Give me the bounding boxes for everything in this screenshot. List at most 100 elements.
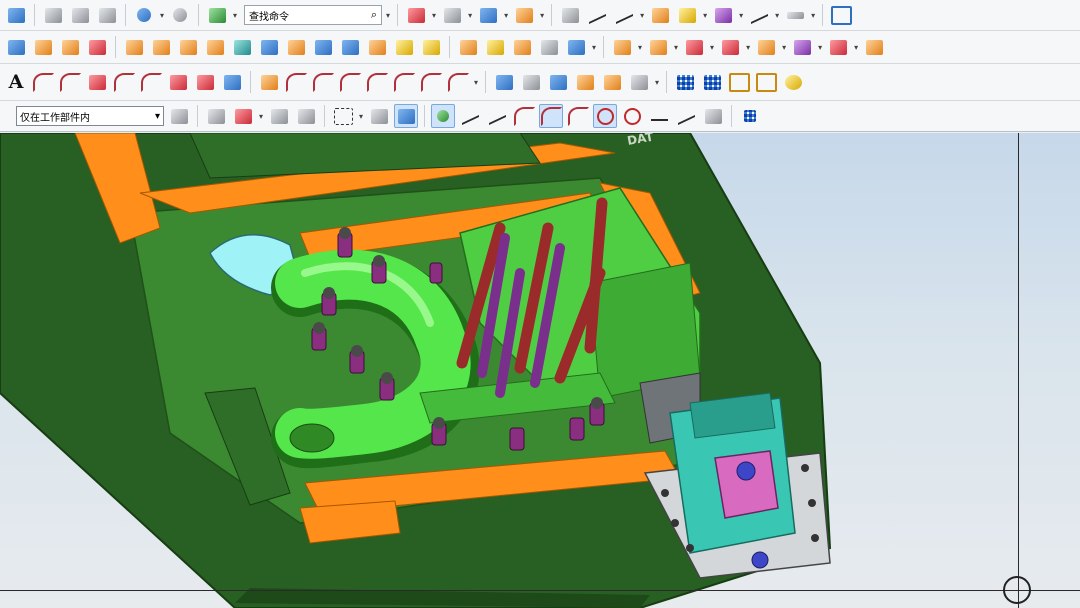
center-point-snap-icon[interactable] [593,104,618,128]
pattern-feature-icon[interactable] [122,35,146,59]
grid-icon[interactable] [673,70,697,94]
command-search-input[interactable] [249,9,350,21]
selection-scope-select[interactable]: 仅在工作部件内 ▾ [16,106,164,126]
dimension-dropdown-icon[interactable]: ▾ [775,11,779,20]
settings-gear-icon[interactable] [781,70,805,94]
datum-dropdown-icon[interactable]: ▾ [640,11,644,20]
shaded-icon[interactable] [476,3,500,27]
offset-region-dropdown-icon[interactable]: ▾ [818,43,822,52]
delete-face-dropdown-icon[interactable]: ▾ [746,43,750,52]
midpoint-snap-icon[interactable] [485,104,509,128]
render-style-icon[interactable] [440,3,464,27]
group-face-icon[interactable] [826,35,850,59]
box-select-icon[interactable] [331,104,355,128]
select-faces-icon[interactable] [367,104,391,128]
undo-icon[interactable] [132,3,156,27]
trim-curve-icon[interactable] [338,70,362,94]
extend-curve-icon[interactable] [365,70,389,94]
studio-surface-icon[interactable] [546,70,570,94]
layer-icon[interactable] [558,3,582,27]
snap-grid-icon[interactable] [700,70,724,94]
control-point-snap-icon[interactable] [512,104,536,128]
intersection-snap-icon[interactable] [539,104,564,128]
split-body-icon[interactable] [483,35,507,59]
paste-icon[interactable] [95,3,119,27]
hole-icon[interactable] [58,35,82,59]
project-curve-icon[interactable] [257,70,281,94]
snap-options-dropdown-icon[interactable]: ▾ [259,112,263,121]
assembly-filter-icon[interactable] [167,104,191,128]
sync-move-dropdown-icon[interactable]: ▾ [638,43,642,52]
mesh-surface-icon[interactable] [220,70,244,94]
pattern-region-icon[interactable] [862,35,886,59]
datum-csys-icon[interactable] [612,3,636,27]
fillet-curve-icon[interactable] [31,70,55,94]
curve-more-dropdown-icon[interactable]: ▾ [474,78,478,87]
offset-face-icon[interactable] [338,35,362,59]
thicken-icon[interactable] [510,35,534,59]
fit-view-icon[interactable] [404,3,428,27]
unite-icon[interactable] [203,35,227,59]
move-handle-icon[interactable] [267,104,291,128]
command-search-box[interactable]: ⌕ [244,5,383,25]
conic-curve-icon[interactable] [139,70,163,94]
blend-icon[interactable] [365,35,389,59]
analysis-dropdown-icon[interactable]: ▾ [739,11,743,20]
pull-face-icon[interactable] [646,35,670,59]
fill-surface-icon[interactable] [492,70,516,94]
ruler-dropdown-icon[interactable]: ▾ [811,11,815,20]
resize-face-icon[interactable] [754,35,778,59]
subtract-icon[interactable] [230,35,254,59]
replace-face-dropdown-icon[interactable]: ▾ [710,43,714,52]
extrude-icon[interactable] [4,35,28,59]
box-select-dropdown-icon[interactable]: ▾ [359,112,363,121]
swept-surface-icon[interactable] [573,70,597,94]
snap-point-options-icon[interactable] [231,104,255,128]
point-on-face-snap-icon[interactable] [701,104,725,128]
background-dropdown-icon[interactable]: ▾ [540,11,544,20]
copy-icon[interactable] [68,3,92,27]
existing-point-snap-icon[interactable] [647,104,671,128]
replace-face-icon[interactable] [682,35,706,59]
select-bodies-icon[interactable] [394,104,419,128]
surface-more-dropdown-icon[interactable]: ▾ [655,78,659,87]
point-on-curve-snap-icon[interactable] [674,104,698,128]
background-icon[interactable] [512,3,536,27]
bounding-body-icon[interactable] [564,35,588,59]
touch-mode-icon[interactable] [205,3,229,27]
join-curve-icon[interactable] [419,70,443,94]
datum-plane-icon[interactable] [537,35,561,59]
block-icon[interactable] [284,35,308,59]
mirror-feature-icon[interactable] [149,35,173,59]
measure-icon[interactable] [675,3,699,27]
pull-face-dropdown-icon[interactable]: ▾ [674,43,678,52]
fit-view-dropdown-icon[interactable]: ▾ [432,11,436,20]
n-sided-surface-icon[interactable] [519,70,543,94]
shell-icon[interactable] [257,35,281,59]
resize-face-dropdown-icon[interactable]: ▾ [782,43,786,52]
validation-icon[interactable] [754,70,778,94]
sweep-icon[interactable] [311,35,335,59]
cut-icon[interactable] [41,3,65,27]
point-icon[interactable] [585,3,609,27]
text-icon[interactable]: A [4,70,28,94]
curve-length-icon[interactable] [392,70,416,94]
surface-on-curve-icon[interactable] [85,70,109,94]
bridge-curve-icon[interactable] [112,70,136,94]
intersection-curve-icon[interactable] [284,70,308,94]
command-search-dropdown-icon[interactable]: ▾ [386,11,390,20]
offset-region-icon[interactable] [790,35,814,59]
snap-point-toggle-icon[interactable] [204,104,228,128]
redo-icon[interactable] [168,3,192,27]
hole-table-icon[interactable] [727,70,751,94]
ruler-icon[interactable] [783,3,807,27]
draft-icon[interactable] [419,35,443,59]
graphics-viewport[interactable]: DAT [0,133,1080,608]
deselect-icon[interactable] [294,104,318,128]
trim-body-icon[interactable] [456,35,480,59]
undo-dropdown-icon[interactable]: ▾ [160,11,164,20]
drafting-icon[interactable] [829,3,853,27]
boss-icon[interactable] [85,35,109,59]
quadrant-snap-icon[interactable] [620,104,644,128]
pattern-face-icon[interactable] [176,35,200,59]
